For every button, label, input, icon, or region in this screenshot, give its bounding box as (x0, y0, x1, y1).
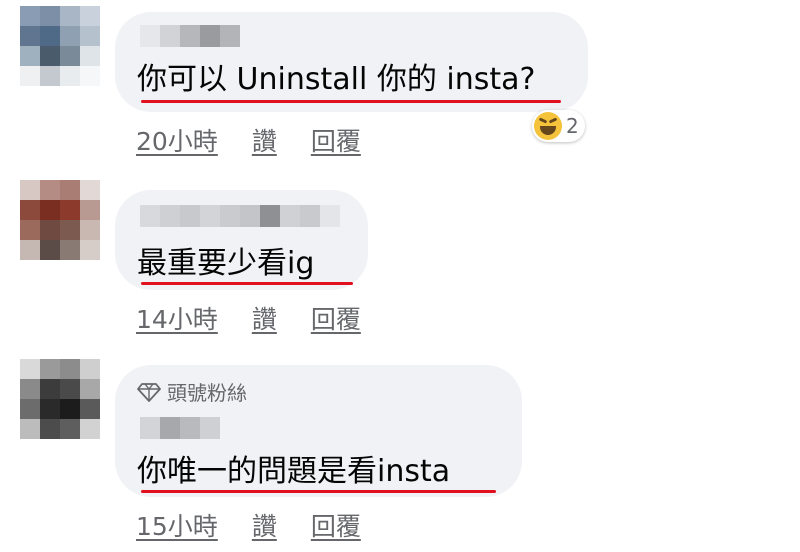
comment-actions: 20小時 讚 回覆 (136, 122, 395, 158)
highlight-underline (141, 490, 496, 493)
comment: 頭號粉絲 你唯一的問題是看insta 15小時 讚 回覆 (0, 355, 800, 552)
diamond-icon (137, 382, 161, 402)
commenter-name-blurred[interactable] (140, 25, 240, 47)
reply-button[interactable]: 回覆 (311, 507, 361, 543)
comment-bubble: 你可以 Uninstall 你的 insta? (115, 12, 588, 112)
comment-actions: 15小時 讚 回覆 (136, 507, 395, 543)
badge-label: 頭號粉絲 (167, 381, 247, 405)
avatar[interactable] (20, 359, 100, 439)
highlight-underline (141, 282, 353, 285)
timestamp-link[interactable]: 15小時 (136, 507, 218, 543)
comment: 最重要少看ig 14小時 讚 回覆 (0, 170, 800, 345)
laughing-face-icon (534, 112, 562, 140)
like-button[interactable]: 讚 (252, 507, 277, 543)
commenter-name-blurred[interactable] (140, 205, 340, 227)
like-button[interactable]: 讚 (252, 300, 277, 336)
comment: 你可以 Uninstall 你的 insta? 2 20小時 讚 回覆 (0, 0, 800, 165)
comment-text: 最重要少看ig (137, 246, 315, 281)
timestamp-link[interactable]: 14小時 (136, 300, 218, 336)
comment-text: 你唯一的問題是看insta (137, 454, 451, 489)
timestamp-link[interactable]: 20小時 (136, 122, 218, 158)
reaction-summary[interactable]: 2 (532, 110, 585, 142)
commenter-name-blurred[interactable] (140, 417, 220, 439)
comment-bubble: 最重要少看ig (115, 190, 368, 290)
avatar[interactable] (20, 6, 100, 86)
highlight-underline (141, 100, 561, 103)
top-fan-badge: 頭號粉絲 (137, 377, 247, 406)
comment-text: 你可以 Uninstall 你的 insta? (137, 62, 536, 97)
comment-bubble: 頭號粉絲 你唯一的問題是看insta (115, 365, 522, 497)
comment-actions: 14小時 讚 回覆 (136, 300, 395, 336)
reaction-count: 2 (566, 114, 579, 138)
reply-button[interactable]: 回覆 (311, 300, 361, 336)
avatar[interactable] (20, 180, 100, 260)
reply-button[interactable]: 回覆 (311, 122, 361, 158)
like-button[interactable]: 讚 (252, 122, 277, 158)
